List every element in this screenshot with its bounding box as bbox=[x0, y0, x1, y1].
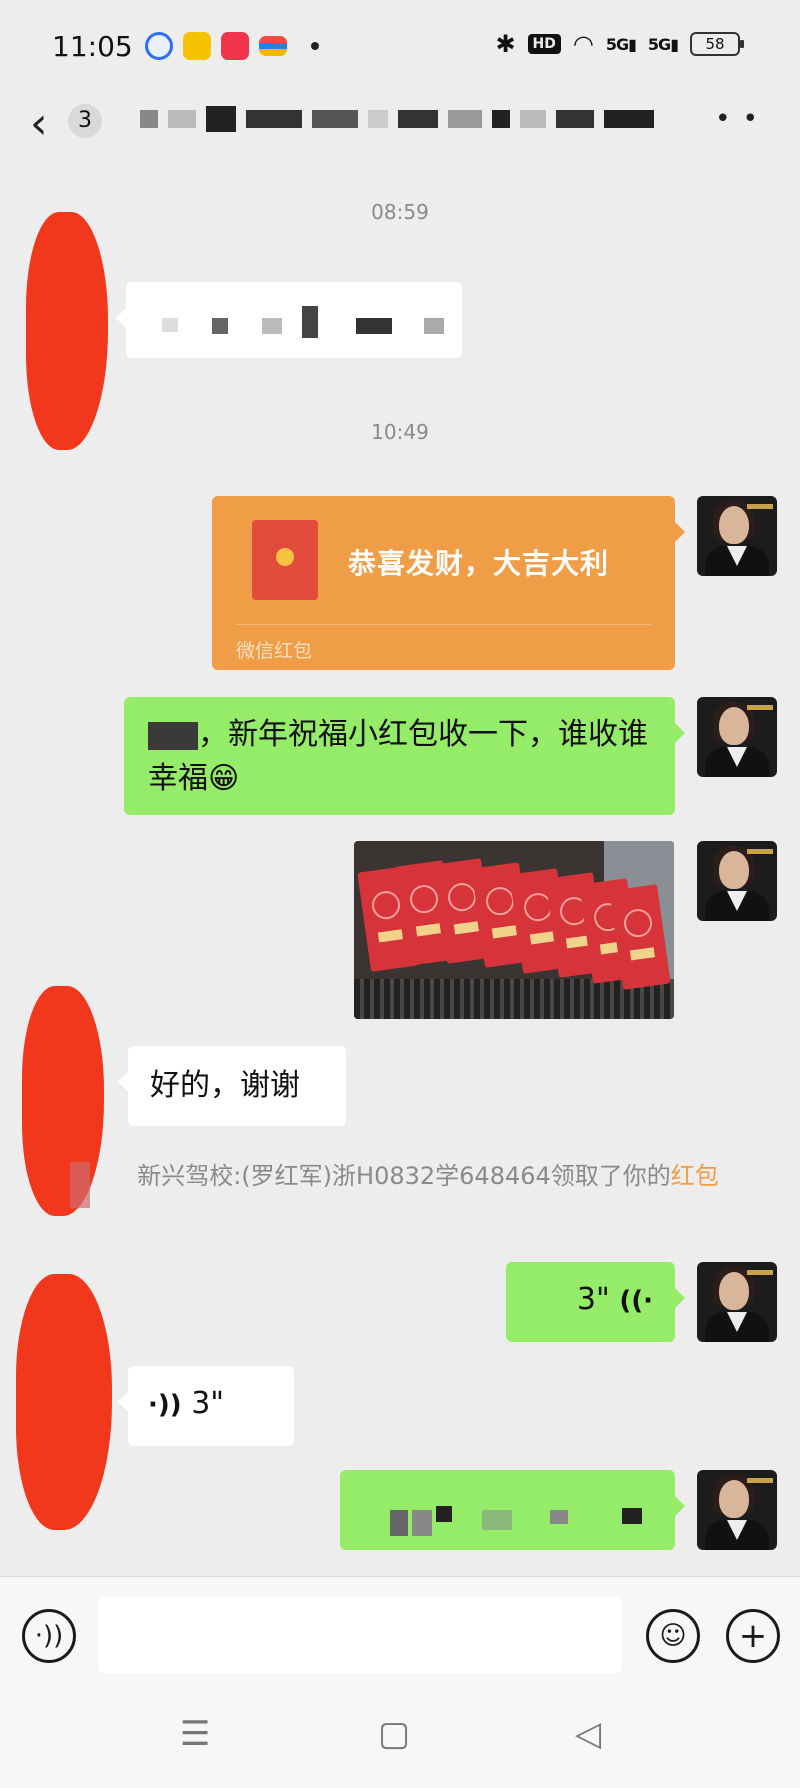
system-status: ✱ HD ◠ 5G▮ 5G▮ 58 bbox=[495, 30, 744, 58]
timestamp: 10:49 bbox=[371, 420, 429, 444]
timestamp: 08:59 bbox=[371, 200, 429, 224]
red-packet-message[interactable]: 恭喜发财，大吉大利 微信红包 bbox=[212, 496, 685, 670]
signal-icon-2: 5G▮ bbox=[647, 34, 679, 54]
avatar-redacted bbox=[22, 986, 104, 1216]
voice-wave-icon: ·)) bbox=[148, 1390, 182, 1420]
message-redacted[interactable] bbox=[116, 282, 462, 358]
avatar-redacted bbox=[26, 212, 108, 450]
status-time: 11:05 bbox=[52, 30, 133, 63]
unread-badge: 3 bbox=[68, 104, 102, 138]
avatar-self[interactable] bbox=[697, 1470, 777, 1550]
voice-input-icon[interactable]: ·)) bbox=[22, 1609, 76, 1663]
divider bbox=[236, 624, 651, 625]
voice-duration: 3" bbox=[191, 1386, 225, 1421]
more-notifications-dot bbox=[311, 42, 319, 50]
red-packet-title: 恭喜发财，大吉大利 bbox=[348, 547, 610, 580]
bluetooth-icon: ✱ bbox=[495, 30, 516, 58]
message-input[interactable] bbox=[98, 1597, 622, 1673]
chevron-left-icon[interactable]: ‹ bbox=[30, 102, 48, 146]
red-packet-label: 微信红包 bbox=[236, 640, 313, 662]
system-message: 新兴驾校:(罗红军)浙H0832学648464领取了你的红包 bbox=[137, 1162, 719, 1190]
emoji-icon[interactable]: ☺ bbox=[646, 1609, 700, 1663]
notification-icons bbox=[145, 32, 319, 60]
status-bar: 11:05 ✱ HD ◠ 5G▮ 5G▮ 58 bbox=[0, 0, 800, 96]
input-bar: ·)) ☺ + bbox=[0, 1576, 800, 1692]
photo-message[interactable] bbox=[354, 841, 674, 1019]
wallet-app-icon bbox=[259, 36, 287, 56]
battery-indicator: 58 bbox=[690, 32, 744, 56]
avatar-self[interactable] bbox=[697, 1262, 777, 1342]
red-packet-small-icon bbox=[70, 1162, 90, 1208]
avatar-self[interactable] bbox=[697, 841, 777, 921]
reply-message[interactable]: 好的，谢谢 bbox=[118, 1046, 346, 1126]
hd-badge: HD bbox=[527, 34, 561, 54]
home-icon[interactable]: ▢ bbox=[378, 1714, 410, 1754]
menu-icon[interactable]: ☰ bbox=[180, 1714, 210, 1754]
redacted-name bbox=[148, 721, 198, 750]
voice-message-out[interactable]: 3" ((· bbox=[506, 1262, 685, 1342]
signal-icon-1: 5G▮ bbox=[605, 34, 637, 54]
red-packet-link[interactable]: 红包 bbox=[671, 1162, 719, 1190]
more-icon[interactable]: • • bbox=[715, 104, 760, 134]
avatar-self[interactable] bbox=[697, 496, 777, 576]
system-nav-bar: ☰ ▢ ◁ bbox=[0, 1692, 800, 1788]
chat-header: ‹ 3 • • bbox=[0, 96, 800, 168]
voice-duration: 3" bbox=[576, 1282, 610, 1317]
driving-app-icon bbox=[183, 32, 211, 60]
voice-message-in[interactable]: ·)) 3" bbox=[118, 1366, 294, 1446]
greeting-message[interactable]: ，新年祝福小红包收一下，谁收谁幸福😁 bbox=[124, 697, 685, 815]
avatar-redacted bbox=[16, 1274, 112, 1530]
chat-title-redacted bbox=[140, 106, 654, 132]
voice-wave-icon: ((· bbox=[619, 1286, 653, 1316]
avatar-self[interactable] bbox=[697, 697, 777, 777]
browser-app-icon bbox=[145, 32, 173, 60]
wifi-icon: ◠ bbox=[572, 30, 594, 58]
back-nav-icon[interactable]: ◁ bbox=[575, 1714, 601, 1754]
plus-icon[interactable]: + bbox=[726, 1609, 780, 1663]
shopping-app-icon bbox=[221, 32, 249, 60]
red-packet-icon bbox=[252, 520, 318, 600]
message-redacted[interactable] bbox=[340, 1470, 685, 1550]
